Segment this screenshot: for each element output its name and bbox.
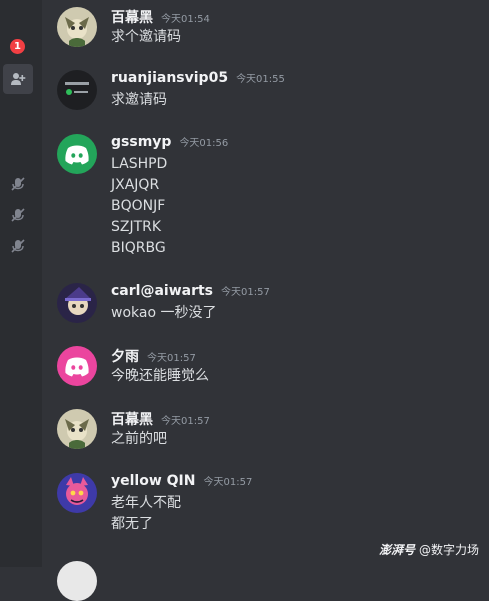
message-text: BQONJF: [111, 198, 166, 214]
message-text: 求个邀请码: [111, 29, 181, 45]
discord-logo-icon: [65, 357, 89, 377]
username[interactable]: 百幕黑: [111, 409, 153, 429]
message-header: gssmyp 今天01:56: [111, 134, 228, 154]
message-text: 老年人不配: [111, 495, 181, 511]
add-friend-button[interactable]: [3, 64, 33, 94]
message-text: 求邀请码: [111, 92, 167, 108]
watermark: 澎湃号 @数字力场: [379, 541, 479, 558]
message-text: 之前的吧: [111, 431, 167, 447]
timestamp: 今天01:54: [161, 14, 210, 25]
avatar[interactable]: [57, 70, 97, 110]
message-header: 百幕黑 今天01:54: [111, 7, 210, 27]
username[interactable]: ruanjiansvip05: [111, 70, 228, 86]
message-header: carl@aiwarts 今天01:57: [111, 283, 270, 303]
avatar[interactable]: [57, 409, 97, 449]
message-text: 今晚还能睡觉么: [111, 368, 209, 384]
message-text: wokao 一秒没了: [111, 305, 217, 321]
timestamp: 今天01:57: [203, 477, 253, 488]
username[interactable]: gssmyp: [111, 134, 171, 150]
message-list: 百幕黑 今天01:54 求个邀请码 ruanjiansvip05 今天01:55…: [42, 0, 489, 601]
message-header: yellow QIN 今天01:57: [111, 473, 252, 493]
avatar[interactable]: [57, 473, 97, 513]
timestamp: 今天01:57: [161, 416, 210, 427]
message-header: 百幕黑 今天01:57: [111, 409, 210, 429]
avatar[interactable]: [57, 283, 97, 323]
watermark-channel: @数字力场: [418, 543, 479, 557]
mute-icon[interactable]: [9, 206, 27, 224]
mute-icon[interactable]: [9, 175, 27, 193]
discord-logo-icon: [65, 145, 89, 165]
notification-badge[interactable]: 1: [10, 39, 25, 54]
username[interactable]: yellow QIN: [111, 473, 195, 489]
avatar[interactable]: [57, 7, 97, 47]
timestamp: 今天01:56: [179, 138, 229, 149]
avatar[interactable]: [57, 346, 97, 386]
message-header: ruanjiansvip05 今天01:55: [111, 70, 285, 90]
timestamp: 今天01:55: [236, 74, 285, 85]
username[interactable]: 夕雨: [111, 346, 139, 366]
message-header: [111, 561, 119, 581]
mute-icon[interactable]: [9, 237, 27, 255]
message-text: 都无了: [111, 516, 153, 532]
timestamp: 今天01:57: [147, 353, 196, 364]
avatar[interactable]: [57, 134, 97, 174]
timestamp: 今天01:57: [221, 287, 270, 298]
username[interactable]: 百幕黑: [111, 7, 153, 27]
avatar[interactable]: [57, 561, 97, 601]
message-text: SZJTRK: [111, 219, 162, 235]
username[interactable]: carl@aiwarts: [111, 283, 213, 299]
message-header: 夕雨 今天01:57: [111, 346, 196, 366]
message-text: JXAJQR: [111, 177, 160, 193]
message-text: LASHPD: [111, 156, 168, 172]
add-user-icon: [11, 73, 26, 85]
message-text: BIQRBG: [111, 240, 166, 256]
side-rail: 1: [0, 0, 42, 567]
watermark-logo: 澎湃号: [378, 543, 415, 557]
